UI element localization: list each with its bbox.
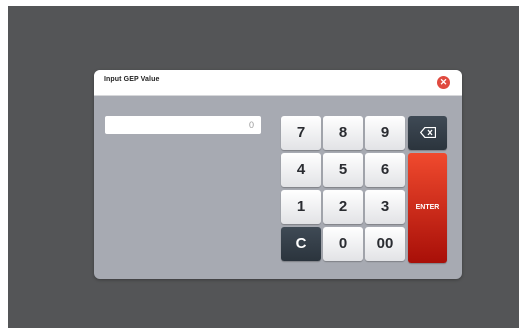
- close-button[interactable]: ✕: [437, 76, 450, 89]
- app-screen: Input GEP Value ✕ 0 7 8 9 4 5 6 1 2 3 C …: [8, 6, 519, 328]
- key-3[interactable]: 3: [365, 190, 405, 224]
- input-dialog: Input GEP Value ✕ 0 7 8 9 4 5 6 1 2 3 C …: [94, 70, 462, 279]
- key-5[interactable]: 5: [323, 153, 363, 187]
- dialog-title: Input GEP Value: [104, 76, 160, 83]
- key-4[interactable]: 4: [281, 153, 321, 187]
- key-9[interactable]: 9: [365, 116, 405, 150]
- enter-button[interactable]: ENTER: [408, 153, 447, 263]
- backspace-button[interactable]: [408, 116, 447, 150]
- backspace-icon: [419, 127, 436, 138]
- key-6[interactable]: 6: [365, 153, 405, 187]
- key-0[interactable]: 0: [323, 227, 363, 261]
- key-7[interactable]: 7: [281, 116, 321, 150]
- dialog-header: Input GEP Value ✕: [94, 70, 462, 96]
- key-00[interactable]: 00: [365, 227, 405, 261]
- key-8[interactable]: 8: [323, 116, 363, 150]
- key-1[interactable]: 1: [281, 190, 321, 224]
- close-icon: ✕: [439, 77, 448, 87]
- key-2[interactable]: 2: [323, 190, 363, 224]
- clear-button[interactable]: C: [281, 227, 321, 261]
- value-input[interactable]: 0: [105, 116, 261, 134]
